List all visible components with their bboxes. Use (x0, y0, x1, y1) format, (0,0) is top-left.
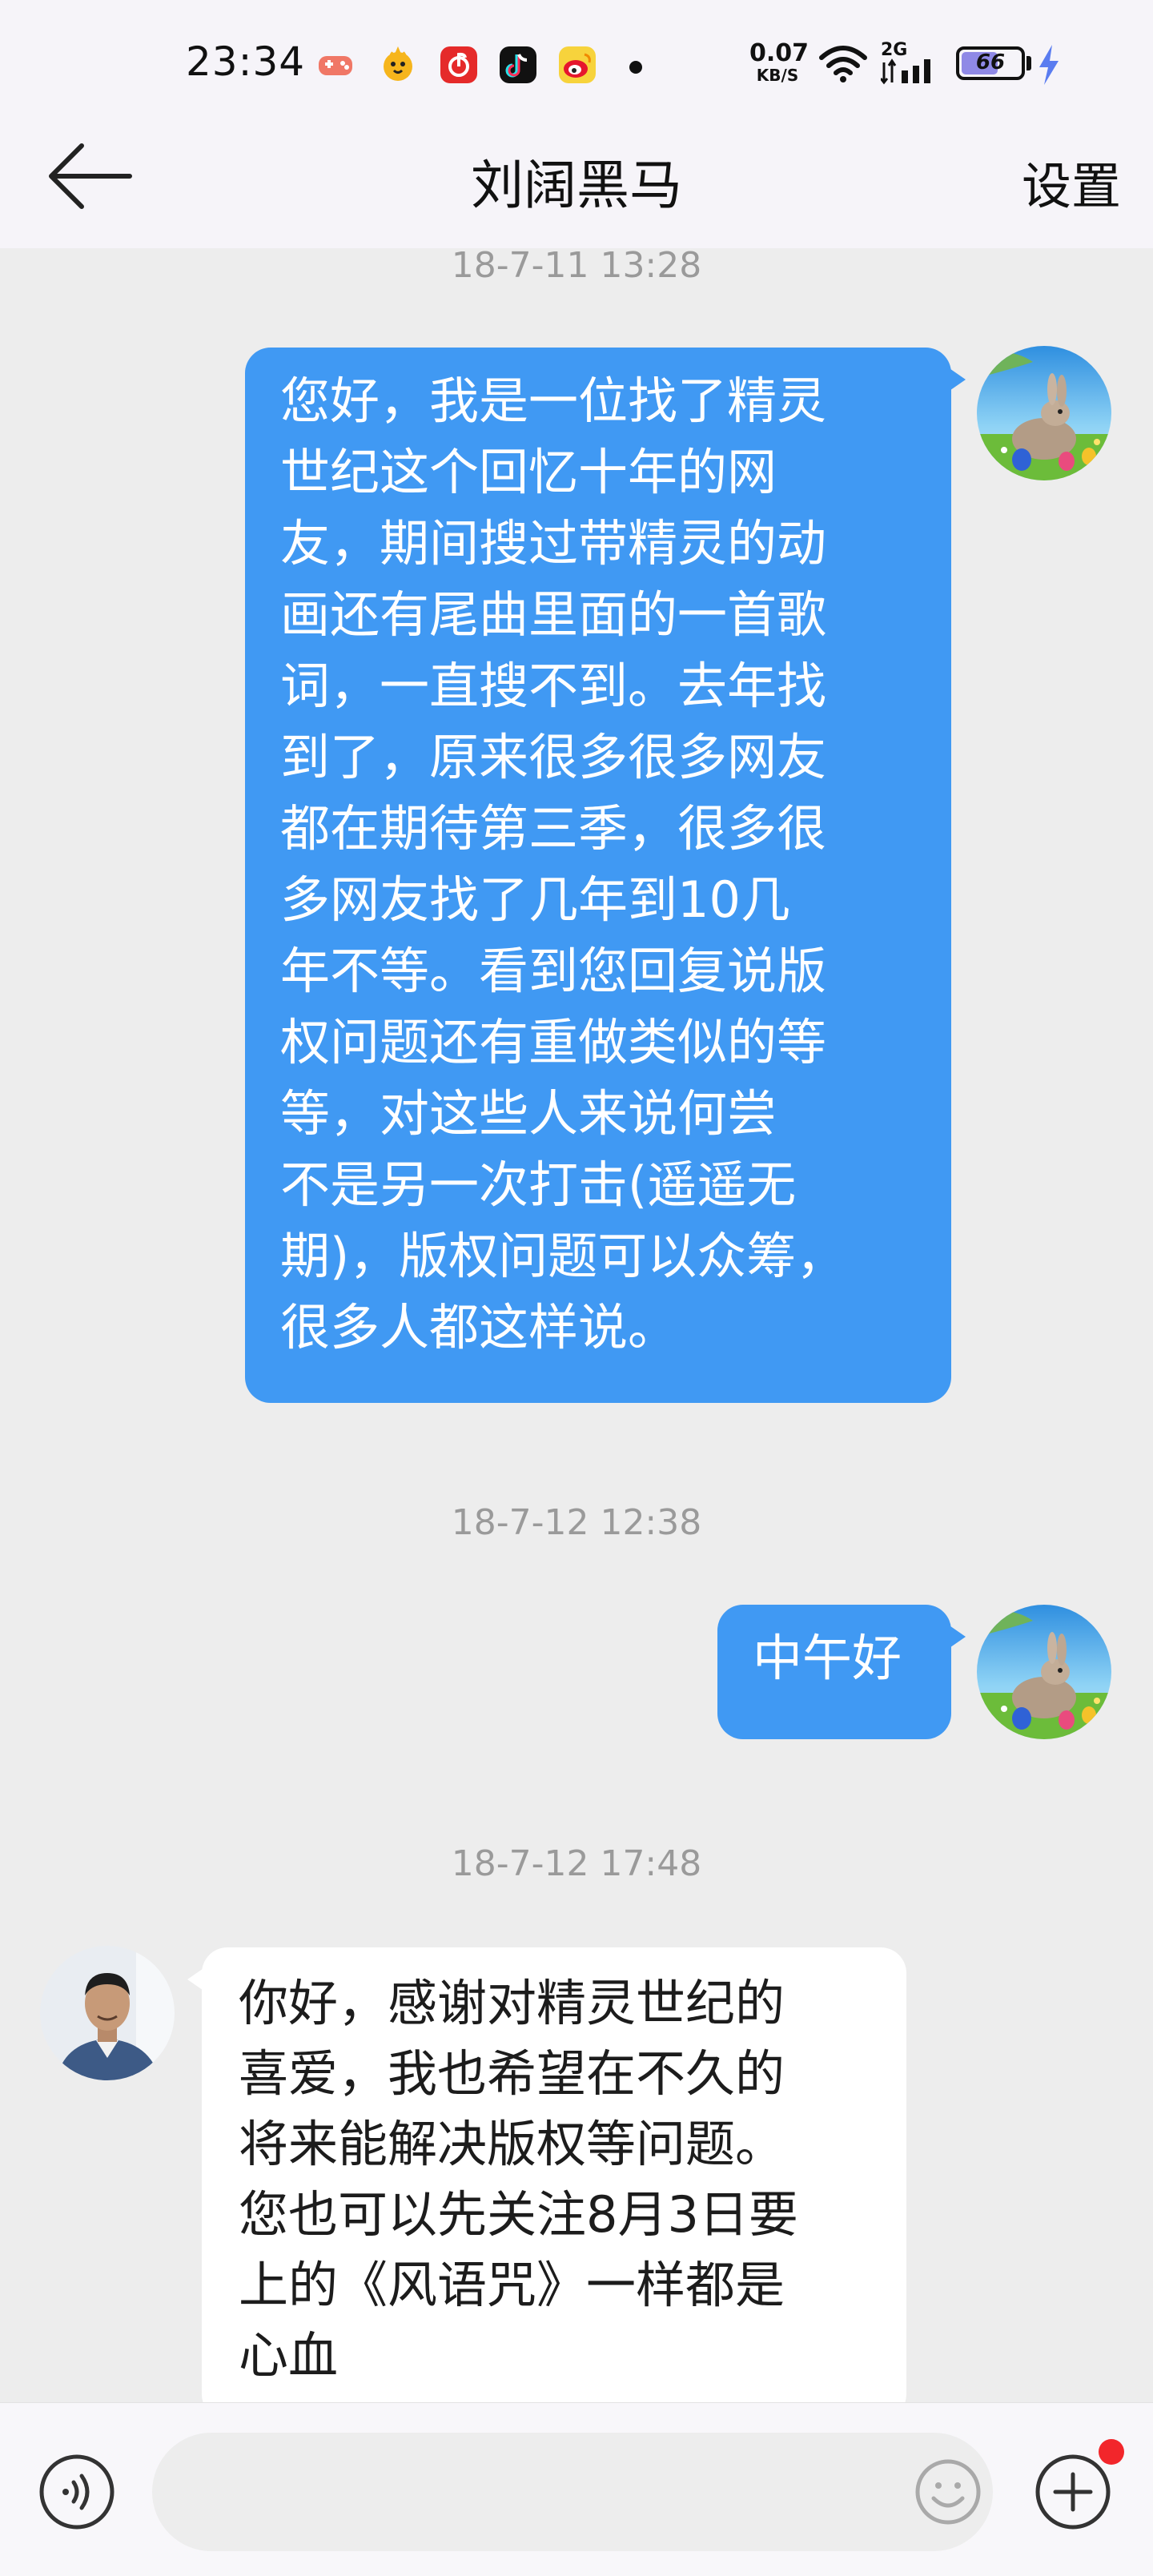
message-text: 您好，我是一位找了精灵 世纪这个回忆十年的网 友，期间搜过带精灵的动 画还有尾曲… (280, 372, 846, 1356)
page-title: 刘阔黑马 (471, 155, 682, 216)
contact-avatar[interactable] (40, 1946, 175, 2080)
my-avatar[interactable] (977, 346, 1111, 480)
settings-button[interactable]: 设置 (977, 146, 1121, 218)
notification-dot-icon (629, 61, 642, 74)
outgoing-message-bubble[interactable]: 您好，我是一位找了精灵 世纪这个回忆十年的网 友，期间搜过带精灵的动 画还有尾曲… (245, 348, 966, 1403)
plus-icon (1035, 2454, 1111, 2530)
weibo-icon (559, 46, 596, 83)
outgoing-message-bubble[interactable]: 中午好 (717, 1605, 966, 1739)
incoming-message-bubble[interactable]: 你好，感谢对精灵世纪的 喜爱，我也希望在不久的 将来能解决版权等问题。 您也可以… (187, 1947, 906, 2420)
message-text: 你好，感谢对精灵世纪的 喜爱，我也希望在不久的 将来能解决版权等问题。 您也可以… (239, 1974, 798, 2385)
message-timestamp: 18-7-12 12:38 (451, 1502, 702, 1543)
message-timestamp: 18-7-12 17:48 (451, 1843, 702, 1884)
network-speed: 0.07 KB/S (749, 39, 810, 85)
message-timestamp: 18-7-11 13:28 (451, 245, 702, 286)
bunny-avatar-icon (977, 1605, 1111, 1739)
back-arrow-icon (49, 143, 132, 209)
emoji-button[interactable] (910, 2453, 986, 2530)
emoji-icon (915, 2459, 981, 2525)
message-text: 中午好 (753, 1629, 902, 1687)
game-controller-icon (319, 56, 352, 75)
netease-music-icon (440, 46, 477, 83)
new-badge-dot (1099, 2439, 1124, 2465)
voice-input-button[interactable] (37, 2452, 117, 2532)
battery-level: 66 (975, 50, 1006, 74)
tiktok-icon (500, 46, 536, 83)
my-avatar[interactable] (977, 1605, 1111, 1739)
battery-cap (1026, 56, 1031, 70)
chick-app-icon (384, 46, 412, 81)
person-avatar-icon (40, 1946, 175, 2080)
charging-bolt-icon (1039, 45, 1059, 85)
back-button[interactable] (42, 135, 146, 218)
cell-signal-icon (881, 58, 930, 85)
message-input[interactable] (152, 2433, 993, 2551)
battery-icon: 66 (956, 46, 1025, 80)
bunny-avatar-icon (977, 346, 1111, 480)
more-options-button[interactable] (1033, 2452, 1113, 2532)
voice-icon (39, 2454, 114, 2530)
wifi-icon (819, 46, 867, 82)
status-time: 23:34 (186, 38, 306, 85)
